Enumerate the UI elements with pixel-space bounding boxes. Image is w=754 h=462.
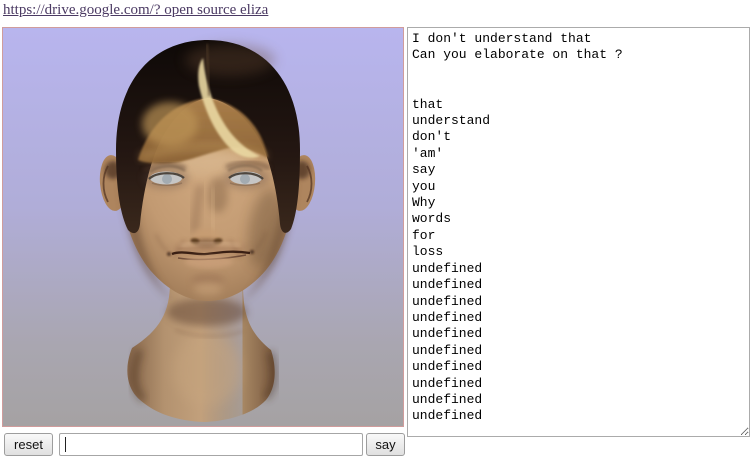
say-button[interactable]: say — [366, 433, 405, 456]
avatar-3d-canvas[interactable] — [2, 27, 404, 427]
reset-button[interactable]: reset — [4, 433, 53, 456]
transcript-textarea[interactable]: I don't understand that Can you elaborat… — [407, 27, 750, 437]
drive-url-link[interactable]: https://drive.google.com/? open source e… — [3, 2, 268, 19]
eliza-app-page: https://drive.google.com/? open source e… — [0, 0, 754, 462]
chat-input[interactable] — [59, 433, 363, 456]
female-head-3d-render — [3, 28, 403, 426]
text-caret — [65, 437, 66, 452]
